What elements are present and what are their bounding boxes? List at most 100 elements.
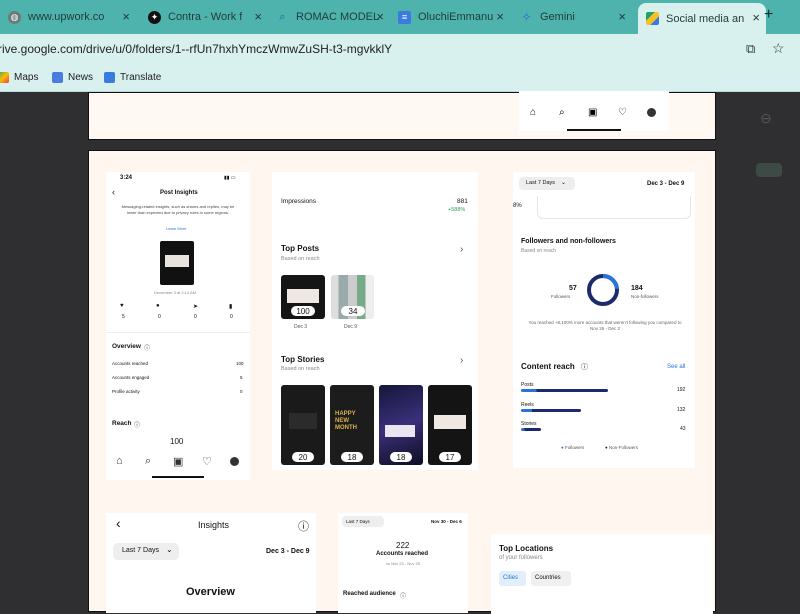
reach-bar-label: Reels [521, 402, 534, 408]
bookmark-translate[interactable]: Translate [104, 72, 161, 83]
top-posts-title: Top Posts [281, 244, 320, 253]
story-thumbnail[interactable]: 17 [428, 385, 472, 465]
info-icon[interactable]: ⓘ [581, 362, 588, 372]
comment-icon: ● [156, 303, 160, 309]
close-icon[interactable]: × [254, 9, 262, 24]
bookmarks-bar: Maps News Translate [0, 64, 800, 92]
close-icon[interactable]: × [376, 9, 384, 24]
impressions-value: 881 [457, 198, 468, 205]
tab-gemini[interactable]: ✧ Gemini × [520, 5, 632, 29]
install-app-icon[interactable]: ⧉ [746, 41, 755, 57]
back-icon[interactable]: ‹ [112, 187, 115, 197]
gemini-icon: ✧ [521, 10, 532, 24]
avatar [647, 108, 656, 117]
share-icon: ➤ [193, 304, 199, 310]
post-preview [165, 255, 189, 267]
chevron-down-icon: ⌄ [561, 180, 567, 186]
top-post-thumbnail[interactable]: 100 [281, 275, 325, 319]
post-preview [287, 289, 319, 303]
tab-romac[interactable]: ⌕ ROMAC MODEL × [276, 5, 390, 29]
heart-icon[interactable]: ♡ [202, 455, 212, 468]
info-icon[interactable]: ⓘ [134, 420, 140, 429]
tab-social-media[interactable]: Social media an × [638, 3, 766, 34]
page-title: Post Insights [160, 190, 198, 196]
reach-bar-value: 43 [680, 426, 686, 432]
see-all-link[interactable]: See all [667, 364, 685, 370]
home-icon: ⌂ [530, 107, 537, 118]
zoom-icon[interactable]: ⊖ [760, 110, 772, 127]
home-indicator [152, 476, 204, 478]
story-reach-badge: 20 [292, 452, 314, 462]
slide-previous: ⌂ ⌕ ▣ ♡ [88, 91, 716, 140]
close-icon[interactable]: × [618, 9, 626, 24]
reach-bar [521, 428, 541, 431]
comments-count: 0 [158, 314, 161, 320]
followers-card: Last 7 Days ⌄ Dec 3 - Dec 9 8% Followers… [513, 172, 695, 468]
tab-label: Gemini [540, 11, 575, 23]
top-stories-title: Top Stories [281, 355, 325, 364]
status-time: 3:24 [120, 175, 133, 181]
home-indicator [567, 129, 621, 131]
impressions-label: Impressions [281, 198, 317, 205]
content-reach-title: Content reach [521, 362, 575, 371]
close-icon[interactable]: × [122, 9, 130, 24]
translate-icon [104, 72, 115, 83]
chevron-right-icon[interactable]: › [460, 355, 463, 366]
heart-icon: ♡ [618, 107, 627, 118]
close-icon[interactable]: × [752, 10, 760, 25]
tab-countries-label: Countries [535, 575, 561, 581]
learn-more-link[interactable]: Learn More [166, 226, 186, 231]
close-icon[interactable]: × [496, 9, 504, 24]
home-icon[interactable]: ⌂ [116, 455, 123, 467]
reels-icon[interactable]: ▣ [173, 455, 183, 468]
story-thumbnail[interactable]: HAPPY NEW MONTH 18 [330, 385, 374, 465]
accounts-reached-sub: vs Nov 23 - Nov 29 [386, 561, 421, 566]
bookmark-maps[interactable]: Maps [0, 72, 38, 83]
back-icon[interactable]: ‹ [116, 515, 121, 531]
bookmark-star-icon[interactable]: ☆ [772, 40, 785, 57]
followers-sub: Based on reach [521, 248, 557, 254]
top-content-card: Impressions 881 +588% Top Posts Based on… [272, 172, 478, 470]
info-icon[interactable]: ⓘ [400, 591, 406, 600]
story-reach-badge: 18 [390, 452, 412, 462]
drive-icon [646, 12, 659, 25]
reach-value: 100 [170, 437, 184, 446]
story-thumbnail[interactable]: 18 [379, 385, 423, 465]
top-post-thumbnail[interactable]: 34 [331, 275, 374, 319]
bookmark-news[interactable]: News [52, 72, 93, 83]
avatar[interactable] [230, 457, 239, 466]
news-icon [52, 72, 63, 83]
reels-icon: ▣ [588, 107, 598, 118]
story-caption: HAPPY NEW MONTH [335, 411, 357, 431]
info-icon[interactable]: ⓘ [144, 343, 150, 352]
story-thumbnail[interactable]: 20 [281, 385, 325, 465]
save-icon: ▮ [229, 304, 233, 310]
tab-label: Contra - Work f [168, 11, 243, 23]
date-range: Nov 30 - Dec 6 [431, 519, 462, 524]
new-tab-button[interactable]: + [764, 6, 773, 24]
search-icon[interactable]: ⌕ [145, 455, 151, 468]
tab-contra[interactable]: ✦ Contra - Work f × [148, 5, 268, 29]
chevron-right-icon[interactable]: › [460, 244, 463, 255]
reach-bar-value: 132 [677, 407, 686, 413]
overview-title: Overview [186, 586, 235, 598]
top-locations-sub: of your followers [499, 555, 543, 561]
url-text[interactable]: rive.google.com/drive/u/0/folders/1--rfU… [0, 42, 392, 56]
story-preview [289, 413, 317, 429]
tab-docs[interactable]: ≡ OluchiEmmanu × [398, 5, 510, 29]
previous-panel [537, 196, 691, 219]
insights-card: ‹ Insights ⓘ Last 7 Days ⌄ Dec 3 - Dec 9… [106, 513, 316, 613]
reach-bar [521, 389, 608, 392]
edit-toggle[interactable] [756, 163, 782, 177]
top-locations-title: Top Locations [499, 544, 554, 553]
overview-label: Accounts reached [112, 361, 149, 366]
privacy-note: Messaging-related insights, such as shar… [121, 204, 235, 215]
tab-label: Social media an [666, 12, 745, 25]
info-icon[interactable]: ⓘ [298, 518, 309, 534]
followers-donut [587, 274, 619, 306]
post-insights-card: 3:24 ▮▮ ▭ ‹ Post Insights Messaging-rela… [106, 172, 250, 480]
post-thumbnail[interactable] [160, 241, 194, 285]
legend-followers: ● Followers [561, 445, 585, 450]
post-reach-badge: 100 [291, 306, 315, 316]
tab-upwork[interactable]: ◍ www.upwork.co × [8, 5, 136, 29]
